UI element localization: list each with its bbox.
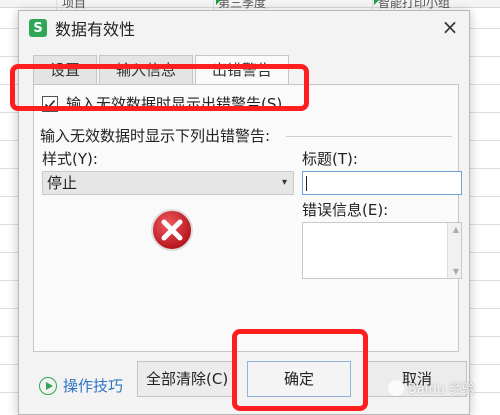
checkmark-icon bbox=[44, 99, 56, 109]
error-alert-panel: 输入无效数据时显示出错警告(S) 输入无效数据时显示下列出错警告: 样式(Y):… bbox=[33, 84, 462, 352]
text-caret bbox=[306, 176, 307, 191]
scroll-up-icon[interactable]: ▲ bbox=[453, 225, 459, 234]
watermark-text: Baidu 经验 bbox=[408, 382, 476, 397]
error-message-textarea[interactable]: ▲ ▼ bbox=[302, 222, 462, 279]
dialog-tabs: 设置 输入信息 出错警告 bbox=[33, 55, 291, 85]
style-dropdown[interactable]: 停止 ▾ bbox=[42, 171, 294, 195]
style-dropdown-value: 停止 bbox=[47, 174, 78, 192]
baidu-watermark: Baidu 经验 bbox=[388, 378, 475, 397]
error-message-label: 错误信息(E): bbox=[302, 201, 389, 219]
show-error-alert-label: 输入无效数据时显示出错警告(S) bbox=[66, 95, 283, 113]
style-label: 样式(Y): bbox=[42, 150, 98, 168]
baidu-paw-icon bbox=[388, 379, 404, 396]
show-error-alert-checkbox[interactable] bbox=[42, 95, 58, 112]
scroll-down-icon[interactable]: ▼ bbox=[453, 267, 459, 276]
wps-spreadsheet-icon: S bbox=[29, 19, 47, 37]
alert-title-label: 标题(T): bbox=[302, 150, 358, 168]
sheet-cell-marker bbox=[216, 0, 221, 5]
sheet-cell-marker bbox=[374, 0, 379, 5]
stop-error-icon bbox=[151, 209, 193, 251]
data-validation-dialog: S 数据有效性 × 设置 输入信息 出错警告 输入无效数据时显示出错警告(S) … bbox=[18, 10, 470, 415]
section-divider bbox=[286, 136, 452, 137]
error-alert-section-label: 输入无效数据时显示下列出错警告: bbox=[40, 127, 271, 145]
tab-error-alert[interactable]: 出错警告 bbox=[195, 55, 290, 85]
tab-input-message[interactable]: 输入信息 bbox=[99, 55, 194, 85]
tab-settings[interactable]: 设置 bbox=[33, 55, 98, 85]
alert-title-input[interactable] bbox=[302, 171, 462, 195]
close-button[interactable]: × bbox=[439, 17, 461, 39]
operation-tips-label: 操作技巧 bbox=[63, 377, 124, 395]
play-circle-icon bbox=[39, 376, 57, 395]
textarea-scrollbar[interactable]: ▲ ▼ bbox=[447, 223, 461, 278]
dialog-title: 数据有效性 bbox=[55, 20, 136, 39]
chevron-down-icon: ▾ bbox=[281, 177, 287, 188]
clear-all-button[interactable]: 全部清除(C) bbox=[137, 361, 237, 397]
ok-button[interactable]: 确定 bbox=[247, 361, 351, 397]
dialog-titlebar[interactable]: S 数据有效性 × bbox=[19, 11, 469, 45]
operation-tips-link[interactable]: 操作技巧 bbox=[39, 375, 123, 396]
show-error-alert-option[interactable]: 输入无效数据时显示出错警告(S) bbox=[42, 93, 282, 114]
